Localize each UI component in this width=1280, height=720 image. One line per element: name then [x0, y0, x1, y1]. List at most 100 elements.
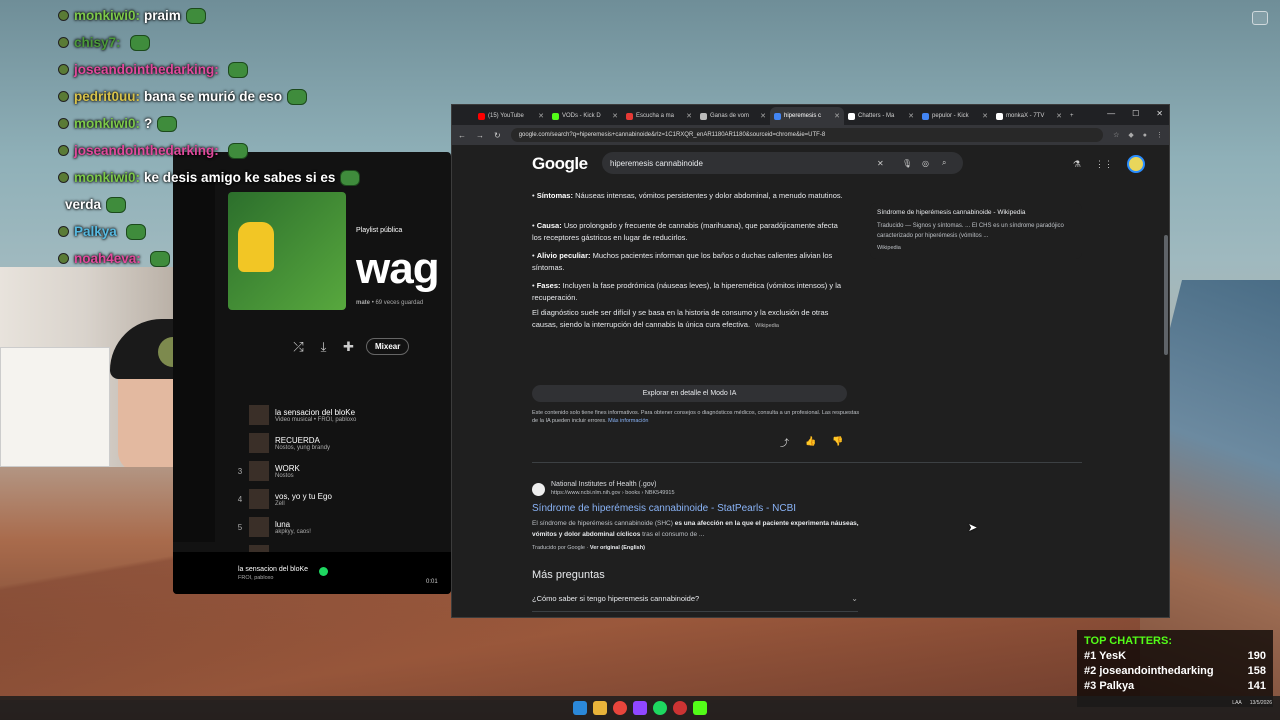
tab-close-icon[interactable]: ✕	[1056, 112, 1062, 120]
chat-username[interactable]: monkiwi0	[74, 170, 136, 185]
tab-close-icon[interactable]: ✕	[908, 112, 914, 120]
labs-icon[interactable]: ⚗	[1073, 159, 1081, 170]
pepe-emote-icon	[129, 34, 150, 51]
kp-title[interactable]: Síndrome de hiperémesis cannabinoide - W…	[877, 209, 1026, 216]
browser-tab[interactable]: Escucha a ma ✕	[622, 107, 696, 125]
scrollbar[interactable]	[1164, 235, 1168, 355]
clock-date[interactable]: 13/5/2026	[1250, 700, 1272, 706]
clear-icon[interactable]: ✕	[877, 159, 884, 168]
chevron-down-icon[interactable]: ⌄	[851, 594, 858, 603]
track-row[interactable]: 3 WORK Nostos	[231, 461, 431, 481]
browser-tab[interactable]: (15) YouTube ✕	[474, 107, 548, 125]
mic-icon[interactable]: 🎙	[902, 159, 912, 168]
chat-username[interactable]: monkiwi0	[74, 116, 136, 131]
shuffle-icon[interactable]: ⤮	[291, 339, 306, 354]
extension-icon[interactable]: ◆	[1128, 131, 1133, 139]
back-icon[interactable]: ←	[458, 131, 466, 140]
chat-username[interactable]: monkiwi0	[74, 8, 136, 23]
search-icon[interactable]: ⌕	[942, 158, 946, 168]
file-explorer-icon[interactable]	[593, 701, 607, 715]
track-row[interactable]: RECUERDA Nostos, yung brandy	[231, 433, 431, 453]
chat-username[interactable]: joseandointhedarking	[74, 143, 214, 158]
browser-tab[interactable]: Ganas de vom ✕	[696, 107, 770, 125]
chat-username[interactable]: chisy7	[74, 35, 116, 50]
kp-desc: Traducido — Signos y síntomas. ... El CH…	[877, 223, 1064, 239]
tab-favicon-icon	[478, 112, 485, 120]
tab-close-icon[interactable]: ✕	[612, 112, 618, 120]
url-field[interactable]: google.com/search?q=hiperemesis+cannabin…	[510, 128, 1104, 142]
tab-close-icon[interactable]: ✕	[834, 112, 840, 120]
chat-message: joseandointhedarking:	[58, 137, 458, 164]
forward-icon[interactable]: →	[476, 131, 484, 140]
tab-close-icon[interactable]: ✕	[686, 112, 692, 120]
chat-separator: :	[135, 116, 141, 131]
now-playing-title: la sensacion del bloKe	[238, 566, 309, 573]
saved-check-icon[interactable]	[319, 567, 328, 576]
browser-tab[interactable]: pepulor - Kick ✕	[918, 107, 992, 125]
share-icon[interactable]: ⤴	[780, 436, 789, 449]
new-tab-button[interactable]: +	[1066, 107, 1086, 125]
chatter-name: #1 YesK	[1084, 650, 1127, 662]
obs-icon[interactable]	[673, 701, 687, 715]
chat-message: Palkya	[58, 218, 458, 245]
bookmark-star-icon[interactable]: ☆	[1113, 131, 1119, 139]
tab-close-icon[interactable]: ✕	[982, 112, 988, 120]
chat-username[interactable]: joseandointhedarking	[74, 62, 214, 77]
chrome-icon[interactable]	[613, 701, 627, 715]
track-title: luna	[275, 519, 291, 529]
tab-strip: (15) YouTube ✕ VODs - Kick D ✕ Escucha a ma ✕…	[452, 105, 1169, 125]
browser-tab[interactable]: monkaX - 7TV ✕	[992, 107, 1066, 125]
spotify-icon[interactable]	[653, 701, 667, 715]
chat-message: chisy7:	[58, 29, 458, 56]
thumbs-up-icon[interactable]: 👍	[805, 436, 816, 449]
explore-ai-mode-button[interactable]: Explorar en detalle el Modo IA	[532, 385, 847, 402]
start-icon[interactable]	[573, 701, 587, 715]
chat-message: verda	[58, 191, 458, 218]
avatar[interactable]	[1127, 155, 1145, 173]
add-user-icon[interactable]: ✚	[341, 339, 356, 354]
chat-username[interactable]: Palkya	[74, 224, 117, 239]
question-row[interactable]: ¿Cómo saber si tengo hiperemesis cannabi…	[532, 586, 858, 612]
chat-badge-icon	[58, 91, 69, 102]
browser-tab[interactable]: VODs - Kick D ✕	[548, 107, 622, 125]
pepe-emote-icon	[125, 223, 146, 240]
tab-close-icon[interactable]: ✕	[538, 112, 544, 120]
kick-icon[interactable]	[693, 701, 707, 715]
result-title-link[interactable]: Síndrome de hiperémesis cannabinoide - S…	[532, 503, 796, 514]
mix-button[interactable]: Mixear	[366, 338, 410, 355]
more-info-link[interactable]: Más información	[608, 418, 648, 424]
thumbs-down-icon[interactable]: 👎	[832, 436, 843, 449]
knowledge-card[interactable]: Síndrome de hiperémesis cannabinoide - W…	[870, 203, 1082, 259]
search-input[interactable]: hiperemesis cannabinoide ✕ 🎙 ◎ ⌕	[602, 152, 963, 174]
lens-icon[interactable]: ◎	[922, 159, 929, 168]
apps-icon[interactable]: ⋮⋮	[1095, 159, 1113, 170]
chat-username[interactable]: pedrit0uu	[74, 89, 136, 104]
track-row[interactable]: 4 vos, yo y tu Ego Zell	[231, 489, 431, 509]
reload-icon[interactable]: ↻	[494, 131, 501, 140]
ai-bullet-label: Alivio peculiar:	[536, 251, 591, 260]
question-row[interactable]: ¿Cuánto dura la hiperemesis cannabinoide…	[532, 612, 858, 617]
lang-indicator[interactable]: LAA	[1232, 700, 1241, 706]
pepe-emote-icon	[227, 142, 248, 159]
tab-close-icon[interactable]: ✕	[760, 112, 766, 120]
profile-icon[interactable]: ●	[1143, 132, 1147, 139]
menu-icon[interactable]: ⋮	[1156, 131, 1163, 139]
minimize-icon[interactable]: —	[1107, 109, 1115, 118]
chatter-name: #3 Palkya	[1084, 680, 1135, 692]
wiki-chip[interactable]: Wikipedia	[755, 320, 779, 332]
view-original-link[interactable]: Ver original (English)	[590, 545, 645, 551]
track-row[interactable]: 5 luna akpkyy, caos!	[231, 517, 431, 537]
maximize-icon[interactable]: ☐	[1132, 109, 1139, 118]
google-logo[interactable]: Google	[532, 154, 588, 174]
track-row[interactable]: la sensacion del bloKe Video musical • FR…	[231, 405, 431, 425]
chat-username[interactable]: noah4eva	[74, 251, 136, 266]
app-icon[interactable]	[633, 701, 647, 715]
chat-text: ke desis amigo ke sabes si es	[144, 170, 336, 185]
pepe-emote-icon	[340, 169, 361, 186]
download-icon[interactable]: ⤓	[316, 339, 331, 354]
chat-message: joseandointhedarking:	[58, 56, 458, 83]
browser-tab[interactable]: hiperemesis c ✕	[770, 107, 844, 125]
close-icon[interactable]: ✕	[1156, 109, 1163, 118]
address-bar: ← → ↻ google.com/search?q=hiperemesis+ca…	[452, 125, 1169, 145]
browser-tab[interactable]: Chatters - Ma ✕	[844, 107, 918, 125]
